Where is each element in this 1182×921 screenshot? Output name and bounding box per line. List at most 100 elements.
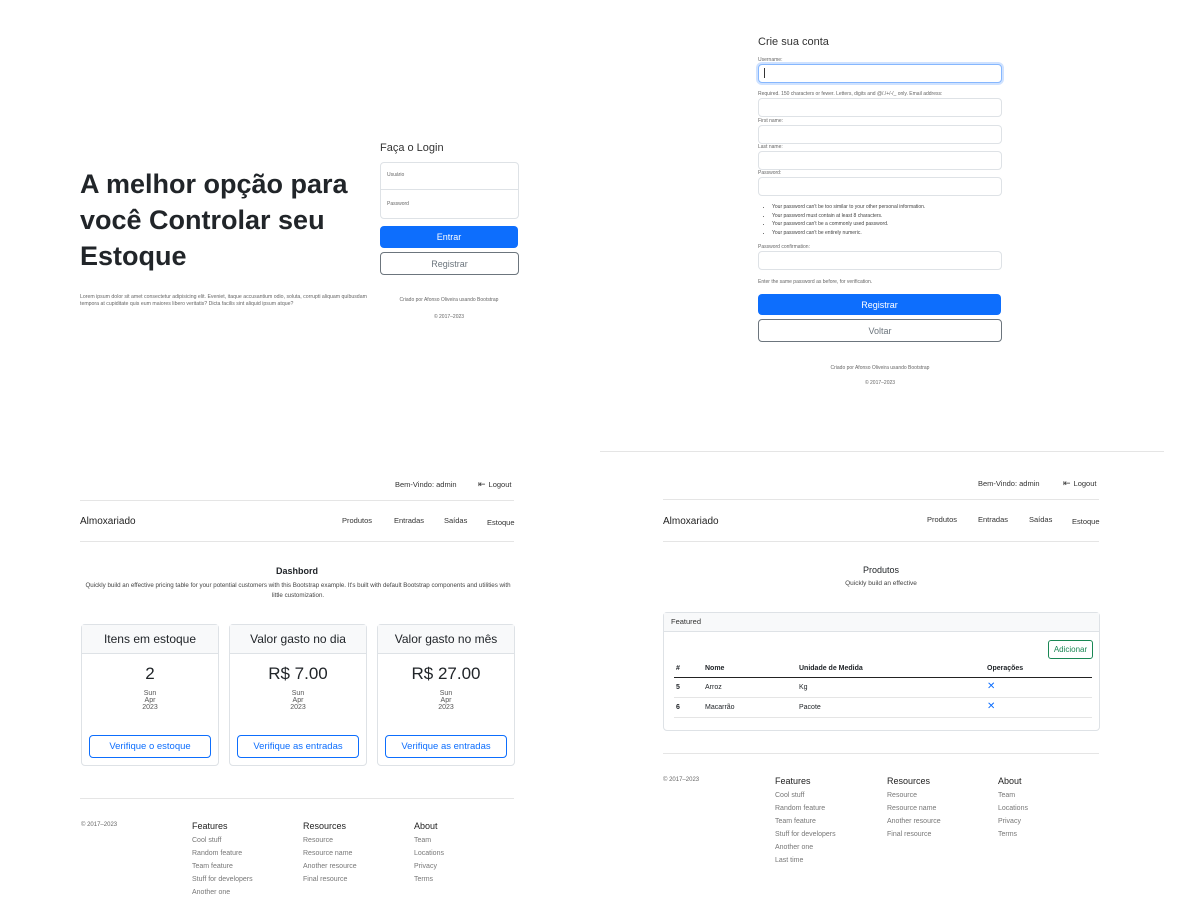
footer-divider — [80, 798, 514, 799]
signup-register-button[interactable]: Registrar — [758, 294, 1001, 315]
table-row: 6 Macarrão Pacote ✕ — [674, 698, 1092, 718]
card-month: Apr — [292, 697, 304, 704]
footer-link[interactable]: Locations — [414, 847, 444, 860]
first-name-input[interactable] — [758, 125, 1002, 144]
nav-produtos[interactable]: Produtos — [927, 515, 957, 524]
table-row: 5 Arroz Kg ✕ — [674, 678, 1092, 698]
brand[interactable]: Almoxariado — [663, 516, 719, 527]
footer-link[interactable]: Privacy — [998, 815, 1028, 828]
username-help: Required. 150 characters or fewer. Lette… — [758, 91, 943, 97]
card-header: Featured — [664, 613, 1099, 632]
password-rule: Your password can't be entirely numeric. — [772, 229, 1012, 238]
footer-link[interactable]: Cool stuff — [192, 834, 253, 847]
nav-entradas[interactable]: Entradas — [978, 515, 1008, 524]
nav-estoque[interactable]: Estoque — [487, 518, 515, 527]
check-entries-button[interactable]: Verifique as entradas — [385, 735, 507, 758]
card-value: R$ 7.00 — [268, 664, 328, 683]
footer-link[interactable]: Resource — [887, 789, 941, 802]
footer-link[interactable]: Privacy — [414, 860, 444, 873]
footer-column-about: About Team Locations Privacy Terms — [414, 821, 444, 886]
logout-link[interactable]: ⇤ Logout — [478, 479, 512, 490]
footer-link[interactable]: Stuff for developers — [775, 828, 836, 841]
footer-link[interactable]: Random feature — [192, 847, 253, 860]
footer-divider — [663, 753, 1099, 754]
cell-id: 6 — [676, 704, 680, 711]
register-button[interactable]: Registrar — [380, 252, 519, 275]
nav-estoque[interactable]: Estoque — [1072, 517, 1100, 526]
footer-link[interactable]: Another resource — [303, 860, 357, 873]
nav-produtos[interactable]: Produtos — [342, 516, 372, 525]
footer-link[interactable]: Another one — [192, 886, 253, 899]
card-year: 2023 — [438, 704, 454, 711]
page-lead: Quickly build an effective pricing table… — [85, 582, 511, 599]
email-input[interactable] — [758, 98, 1002, 117]
footer-link[interactable]: Random feature — [775, 802, 836, 815]
footer-link[interactable]: Team — [998, 789, 1028, 802]
footer-heading: Resources — [887, 776, 931, 786]
password-input[interactable]: Password — [380, 189, 519, 219]
text-cursor — [764, 68, 765, 78]
page-title: Dashbord — [275, 566, 318, 576]
footer-link[interactable]: Another one — [775, 841, 836, 854]
delete-icon[interactable]: ✕ — [987, 701, 995, 712]
cell-unit: Pacote — [799, 704, 821, 711]
welcome-text: Bem-Vindo: admin — [395, 480, 457, 489]
footer-link[interactable]: Resource name — [887, 802, 941, 815]
signup-credit: Criado por Afonso Oliveira usando Bootst… — [830, 365, 930, 371]
footer-column-about: About Team Locations Privacy Terms — [998, 776, 1028, 841]
login-copyright: © 2017–2023 — [433, 314, 465, 320]
card-year: 2023 — [290, 704, 306, 711]
footer-link[interactable]: Resource — [303, 834, 357, 847]
brand[interactable]: Almoxariado — [80, 516, 136, 527]
back-button[interactable]: Voltar — [758, 319, 1002, 342]
footer-heading: Features — [775, 776, 811, 786]
card-value: 2 — [145, 664, 155, 683]
delete-icon[interactable]: ✕ — [987, 681, 995, 692]
stock-card: Itens em estoque 2 Sun Apr 2023 Verifiqu… — [81, 624, 219, 766]
footer-link[interactable]: Terms — [998, 828, 1028, 841]
daily-spend-card: Valor gasto no dia R$ 7.00 Sun Apr 2023 … — [229, 624, 367, 766]
footer-link[interactable]: Team — [414, 834, 444, 847]
signup-password-input[interactable] — [758, 177, 1002, 196]
footer-link[interactable]: Cool stuff — [775, 789, 836, 802]
footer-link[interactable]: Resource name — [303, 847, 357, 860]
footer-link[interactable]: Final resource — [887, 828, 941, 841]
cell-name: Macarrão — [705, 704, 735, 711]
footer-column-features: Features Cool stuff Random feature Team … — [775, 776, 836, 867]
footer-link[interactable]: Terms — [414, 873, 444, 886]
footer-link[interactable]: Last time — [775, 854, 836, 867]
confirm-password-input[interactable] — [758, 251, 1002, 270]
card-value: R$ 27.00 — [411, 664, 481, 683]
check-entries-button[interactable]: Verifique as entradas — [237, 735, 359, 758]
footer-link[interactable]: Stuff for developers — [192, 873, 253, 886]
logout-icon: ⇤ — [478, 479, 486, 489]
password-rule: Your password can't be too similar to yo… — [772, 203, 1012, 212]
footer-link[interactable]: Team feature — [775, 815, 836, 828]
password-label: Password: — [758, 170, 782, 176]
last-name-input[interactable] — [758, 151, 1002, 170]
footer-link[interactable]: Another resource — [887, 815, 941, 828]
card-header: Itens em estoque — [82, 625, 218, 654]
check-stock-button[interactable]: Verifique o estoque — [89, 735, 211, 758]
footer-column-features: Features Cool stuff Random feature Team … — [192, 821, 253, 899]
nav-entradas[interactable]: Entradas — [394, 516, 424, 525]
signup-copyright: © 2017–2023 — [864, 380, 896, 386]
logout-link[interactable]: ⇤ Logout — [1063, 478, 1097, 489]
footer-heading: Features — [192, 821, 228, 831]
signup-username-input[interactable] — [758, 64, 1002, 83]
nav-saidas[interactable]: Saídas — [1029, 515, 1052, 524]
nav-saidas[interactable]: Saídas — [444, 516, 467, 525]
header-divider — [663, 499, 1099, 500]
password-rule: Your password must contain at least 8 ch… — [772, 212, 1012, 221]
footer-link[interactable]: Team feature — [192, 860, 253, 873]
add-product-button[interactable]: Adicionar — [1048, 640, 1093, 659]
username-input[interactable]: Usuário — [380, 162, 519, 190]
signup-title: Crie sua conta — [758, 36, 829, 48]
footer-link[interactable]: Locations — [998, 802, 1028, 815]
enter-button[interactable]: Entrar — [380, 226, 518, 248]
col-unit: Unidade de Medida — [799, 665, 863, 672]
card-day: Sun — [291, 690, 305, 697]
footer-link[interactable]: Final resource — [303, 873, 357, 886]
card-day: Sun — [439, 690, 453, 697]
monthly-spend-card: Valor gasto no mês R$ 27.00 Sun Apr 2023… — [377, 624, 515, 766]
